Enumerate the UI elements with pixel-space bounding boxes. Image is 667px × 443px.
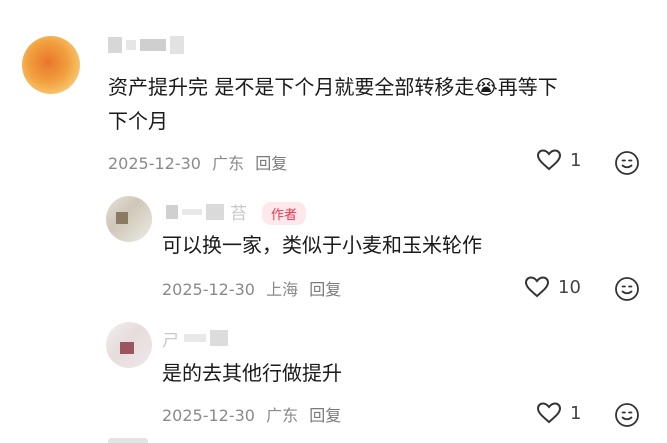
- comment-location: 广东: [266, 406, 299, 425]
- comment-date: 2025-12-30: [162, 280, 255, 299]
- comment-date: 2025-12-30: [108, 154, 201, 173]
- comment-meta: 2025-12-30 上海 回复: [162, 276, 347, 300]
- emoji-reaction-button[interactable]: [614, 276, 640, 306]
- emoji-face-icon: [615, 403, 639, 427]
- avatar[interactable]: [106, 196, 152, 242]
- like-button[interactable]: 1: [536, 401, 581, 425]
- author-tag: 作者: [262, 202, 307, 225]
- username-blurred[interactable]: [184, 330, 228, 346]
- heart-outline-icon: [536, 402, 562, 424]
- like-button[interactable]: 1: [536, 148, 581, 172]
- emoji-face-icon: [615, 277, 639, 301]
- avatar[interactable]: [106, 322, 152, 368]
- comment-text: 可以换一家，类似于小麦和玉米轮作: [162, 233, 482, 257]
- comment-location: 广东: [212, 154, 245, 173]
- heart-outline-icon: [536, 149, 562, 171]
- like-count: 10: [558, 276, 581, 298]
- comment-text: 是的去其他行做提升: [162, 361, 342, 385]
- username-char[interactable]: 苔: [230, 199, 247, 224]
- comment-meta: 2025-12-30 广东 回复: [108, 150, 293, 174]
- heart-outline-icon: [524, 276, 550, 298]
- username-char[interactable]: ㄕ: [162, 326, 179, 351]
- emoji-face-icon: [615, 151, 639, 175]
- reply-button[interactable]: 回复: [309, 406, 341, 425]
- comment-date: 2025-12-30: [162, 406, 255, 425]
- crying-emoji-icon: 😭: [474, 75, 498, 99]
- emoji-reaction-button[interactable]: [614, 150, 640, 180]
- like-count: 1: [570, 402, 582, 424]
- next-comment-avatar-partial: [108, 438, 148, 443]
- username-blurred[interactable]: [166, 204, 224, 220]
- like-count: 1: [570, 149, 582, 171]
- comment-text: 资产提升完 是不是下个月就要全部转移走😭再等下 下个月: [108, 75, 558, 133]
- comment-location: 上海: [266, 280, 299, 299]
- avatar[interactable]: [22, 36, 80, 94]
- username-blurred[interactable]: [108, 36, 184, 54]
- comment-meta: 2025-12-30 广东 回复: [162, 402, 347, 426]
- like-button[interactable]: 10: [524, 275, 581, 299]
- reply-button[interactable]: 回复: [255, 154, 287, 173]
- emoji-reaction-button[interactable]: [614, 402, 640, 432]
- reply-button[interactable]: 回复: [309, 280, 341, 299]
